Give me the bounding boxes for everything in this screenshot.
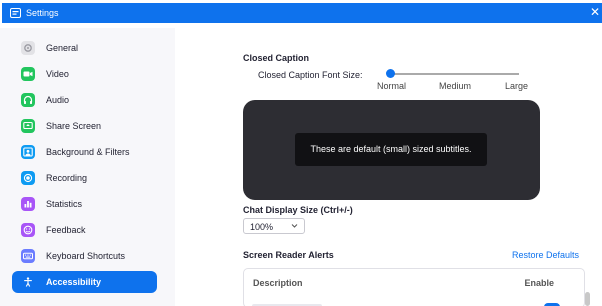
main-content: Closed Caption Closed Caption Font Size:…: [175, 28, 602, 306]
sidebar-item-label: Share Screen: [46, 121, 102, 131]
keyboard-icon: [21, 249, 35, 263]
window-title: Settings: [26, 8, 59, 18]
sidebar-item-recording[interactable]: Recording: [12, 167, 157, 189]
title-bar: Settings ✕: [0, 0, 602, 28]
slider-tick-large: Large: [505, 81, 529, 91]
chevron-down-icon: [291, 224, 298, 228]
headphones-icon: [21, 93, 35, 107]
closed-caption-title: Closed Caption: [243, 53, 310, 63]
bar-chart-icon: [21, 197, 35, 211]
sidebar-item-label: Audio: [46, 95, 70, 105]
accessibility-icon: [21, 275, 35, 289]
sidebar-item-video[interactable]: Video: [12, 63, 157, 85]
chat-size-select[interactable]: 100%: [243, 218, 305, 234]
font-size-slider-thumb[interactable]: [386, 69, 395, 78]
sidebar-item-accessibility[interactable]: Accessibility: [12, 271, 157, 293]
record-icon: [21, 171, 35, 185]
slider-tick-normal: Normal: [377, 81, 407, 91]
sidebar-item-label: General: [46, 43, 79, 53]
caption-font-size-label: Closed Caption Font Size:: [258, 70, 363, 80]
person-background-icon: [21, 145, 35, 159]
chat-size-value: 100%: [250, 222, 274, 232]
close-icon[interactable]: ✕: [590, 5, 600, 19]
sidebar-item-label: Statistics: [46, 199, 83, 209]
video-camera-icon: [21, 67, 35, 81]
slider-tick-medium: Medium: [439, 81, 472, 91]
caption-preview: These are default (small) sized subtitle…: [243, 100, 540, 200]
screen-reader-alerts-title: Screen Reader Alerts: [243, 250, 334, 260]
sidebar: General Video Audio Share Screen Backgro…: [0, 28, 175, 306]
column-header-description: Description: [253, 278, 303, 288]
sidebar-item-label: Recording: [46, 173, 88, 183]
restore-defaults-link[interactable]: Restore Defaults: [512, 250, 579, 260]
sidebar-item-label: Accessibility: [46, 277, 102, 287]
sidebar-item-general[interactable]: General: [12, 37, 157, 59]
sidebar-item-label: Background & Filters: [46, 147, 130, 157]
window-header: Settings ✕: [2, 3, 602, 23]
sidebar-item-feedback[interactable]: Feedback: [12, 219, 157, 241]
share-screen-icon: [21, 119, 35, 133]
font-size-slider-track[interactable]: [389, 73, 519, 75]
sidebar-item-keyboard-shortcuts[interactable]: Keyboard Shortcuts: [12, 245, 157, 267]
chat-display-size-title: Chat Display Size (Ctrl+/-): [243, 205, 353, 215]
screen-reader-table: Description Enable: [243, 268, 585, 306]
scrollbar-thumb[interactable]: [585, 292, 590, 306]
sidebar-item-background-filters[interactable]: Background & Filters: [12, 141, 157, 163]
sidebar-item-label: Feedback: [46, 225, 86, 235]
smiley-icon: [21, 223, 35, 237]
caption-preview-text: These are default (small) sized subtitle…: [295, 133, 487, 166]
column-header-enable: Enable: [524, 278, 554, 288]
app-window-icon: [10, 8, 21, 18]
sidebar-item-label: Video: [46, 69, 69, 79]
sidebar-item-audio[interactable]: Audio: [12, 89, 157, 111]
sidebar-item-share-screen[interactable]: Share Screen: [12, 115, 157, 137]
sidebar-item-label: Keyboard Shortcuts: [46, 251, 126, 261]
gear-icon: [21, 41, 35, 55]
sidebar-item-statistics[interactable]: Statistics: [12, 193, 157, 215]
